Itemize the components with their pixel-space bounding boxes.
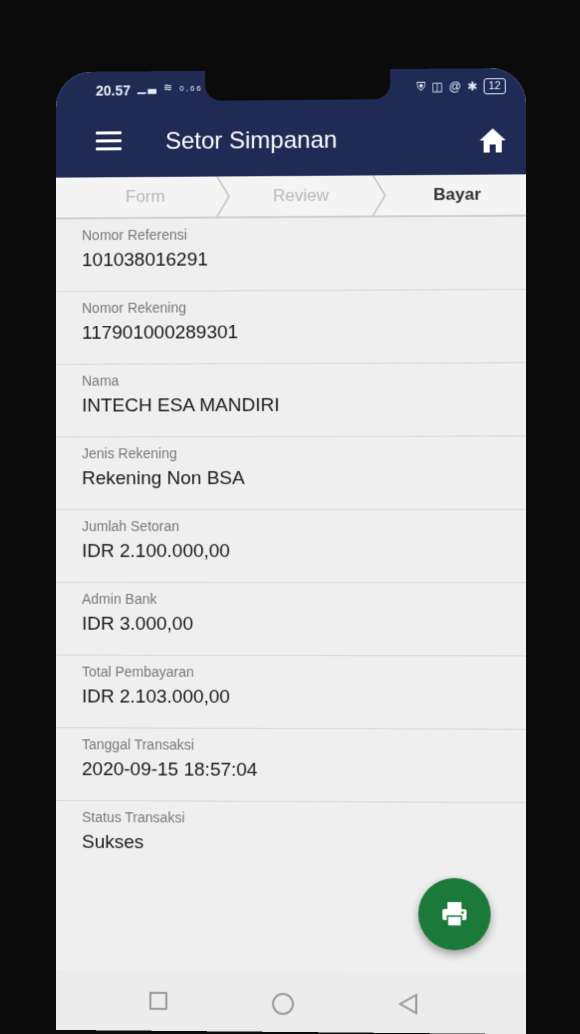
field-value: IDR 3.000,00 <box>81 613 194 635</box>
field-label: Total Pembayaran <box>81 663 195 680</box>
step-indicator: Form Review Bayar <box>56 174 526 220</box>
field-status-transaksi: Status Transaksi Sukses <box>56 801 526 877</box>
vibrate-icon: ◫ <box>431 79 443 94</box>
field-value: INTECH ESA MANDIRI <box>81 395 280 417</box>
system-nav-bar <box>56 970 526 1034</box>
home-circle-icon[interactable] <box>271 992 295 1016</box>
home-icon[interactable] <box>478 126 508 154</box>
status-right-icons: ⛨ ◫ @ ✱ 12 <box>416 78 506 95</box>
field-tanggal-transaksi: Tanggal Transaksi 2020-09-15 18:57:04 <box>56 728 526 804</box>
field-label: Tanggal Transaksi <box>81 736 195 753</box>
app-bar: Setor Simpanan <box>56 108 526 178</box>
field-value: Rekening Non BSA <box>81 468 245 490</box>
shield-icon: ⛨ <box>416 79 426 94</box>
field-value: 2020-09-15 18:57:04 <box>81 759 258 781</box>
step-form: Form <box>125 186 166 207</box>
field-label: Nama <box>81 372 119 389</box>
field-jumlah-setoran: Jumlah Setoran IDR 2.100.000,00 <box>56 509 526 584</box>
transaction-details: Nomor Referensi 101038016291 Nomor Reken… <box>56 216 526 877</box>
field-jenis-rekening: Jenis Rekening Rekening Non BSA <box>56 436 526 511</box>
back-icon[interactable] <box>398 993 418 1015</box>
print-button[interactable] <box>418 877 491 951</box>
status-bar: 20.57 ▁▃ ≋ 0,66 KB/S ⛨ ◫ @ ✱ 12 <box>56 67 526 112</box>
print-icon <box>442 902 467 928</box>
chevron-right-icon <box>371 175 386 216</box>
field-label: Nomor Referensi <box>81 226 188 244</box>
hamburger-menu-icon[interactable] <box>95 131 122 151</box>
battery-icon: 12 <box>483 78 506 95</box>
field-nomor-rekening: Nomor Rekening 117901000289301 <box>56 289 526 365</box>
status-time: 20.57 <box>95 82 131 99</box>
recent-apps-icon[interactable] <box>148 991 168 1011</box>
field-value: 101038016291 <box>81 249 208 272</box>
bluetooth-icon: ✱ <box>467 79 478 94</box>
field-label: Status Transaksi <box>81 808 185 826</box>
camera-notch <box>205 69 391 101</box>
field-label: Nomor Rekening <box>81 299 187 316</box>
field-value: 117901000289301 <box>81 322 239 344</box>
field-label: Admin Bank <box>81 590 157 607</box>
at-icon: @ <box>448 79 462 94</box>
phone-screen: 20.57 ▁▃ ≋ 0,66 KB/S ⛨ ◫ @ ✱ 12 Setor Si… <box>56 67 526 1034</box>
step-review: Review <box>273 185 329 206</box>
field-label: Jenis Rekening <box>81 445 178 462</box>
field-nomor-referensi: Nomor Referensi 101038016291 <box>56 216 526 293</box>
field-nama: Nama INTECH ESA MANDIRI <box>56 363 526 438</box>
field-total-pembayaran: Total Pembayaran IDR 2.103.000,00 <box>56 655 526 730</box>
field-value: Sukses <box>81 831 144 854</box>
chevron-right-icon <box>216 176 231 217</box>
page-title: Setor Simpanan <box>165 126 338 155</box>
field-label: Jumlah Setoran <box>81 518 180 535</box>
field-admin-bank: Admin Bank IDR 3.000,00 <box>56 582 526 657</box>
step-bayar: Bayar <box>433 184 481 205</box>
field-value: IDR 2.100.000,00 <box>81 541 231 562</box>
field-value: IDR 2.103.000,00 <box>81 686 231 708</box>
